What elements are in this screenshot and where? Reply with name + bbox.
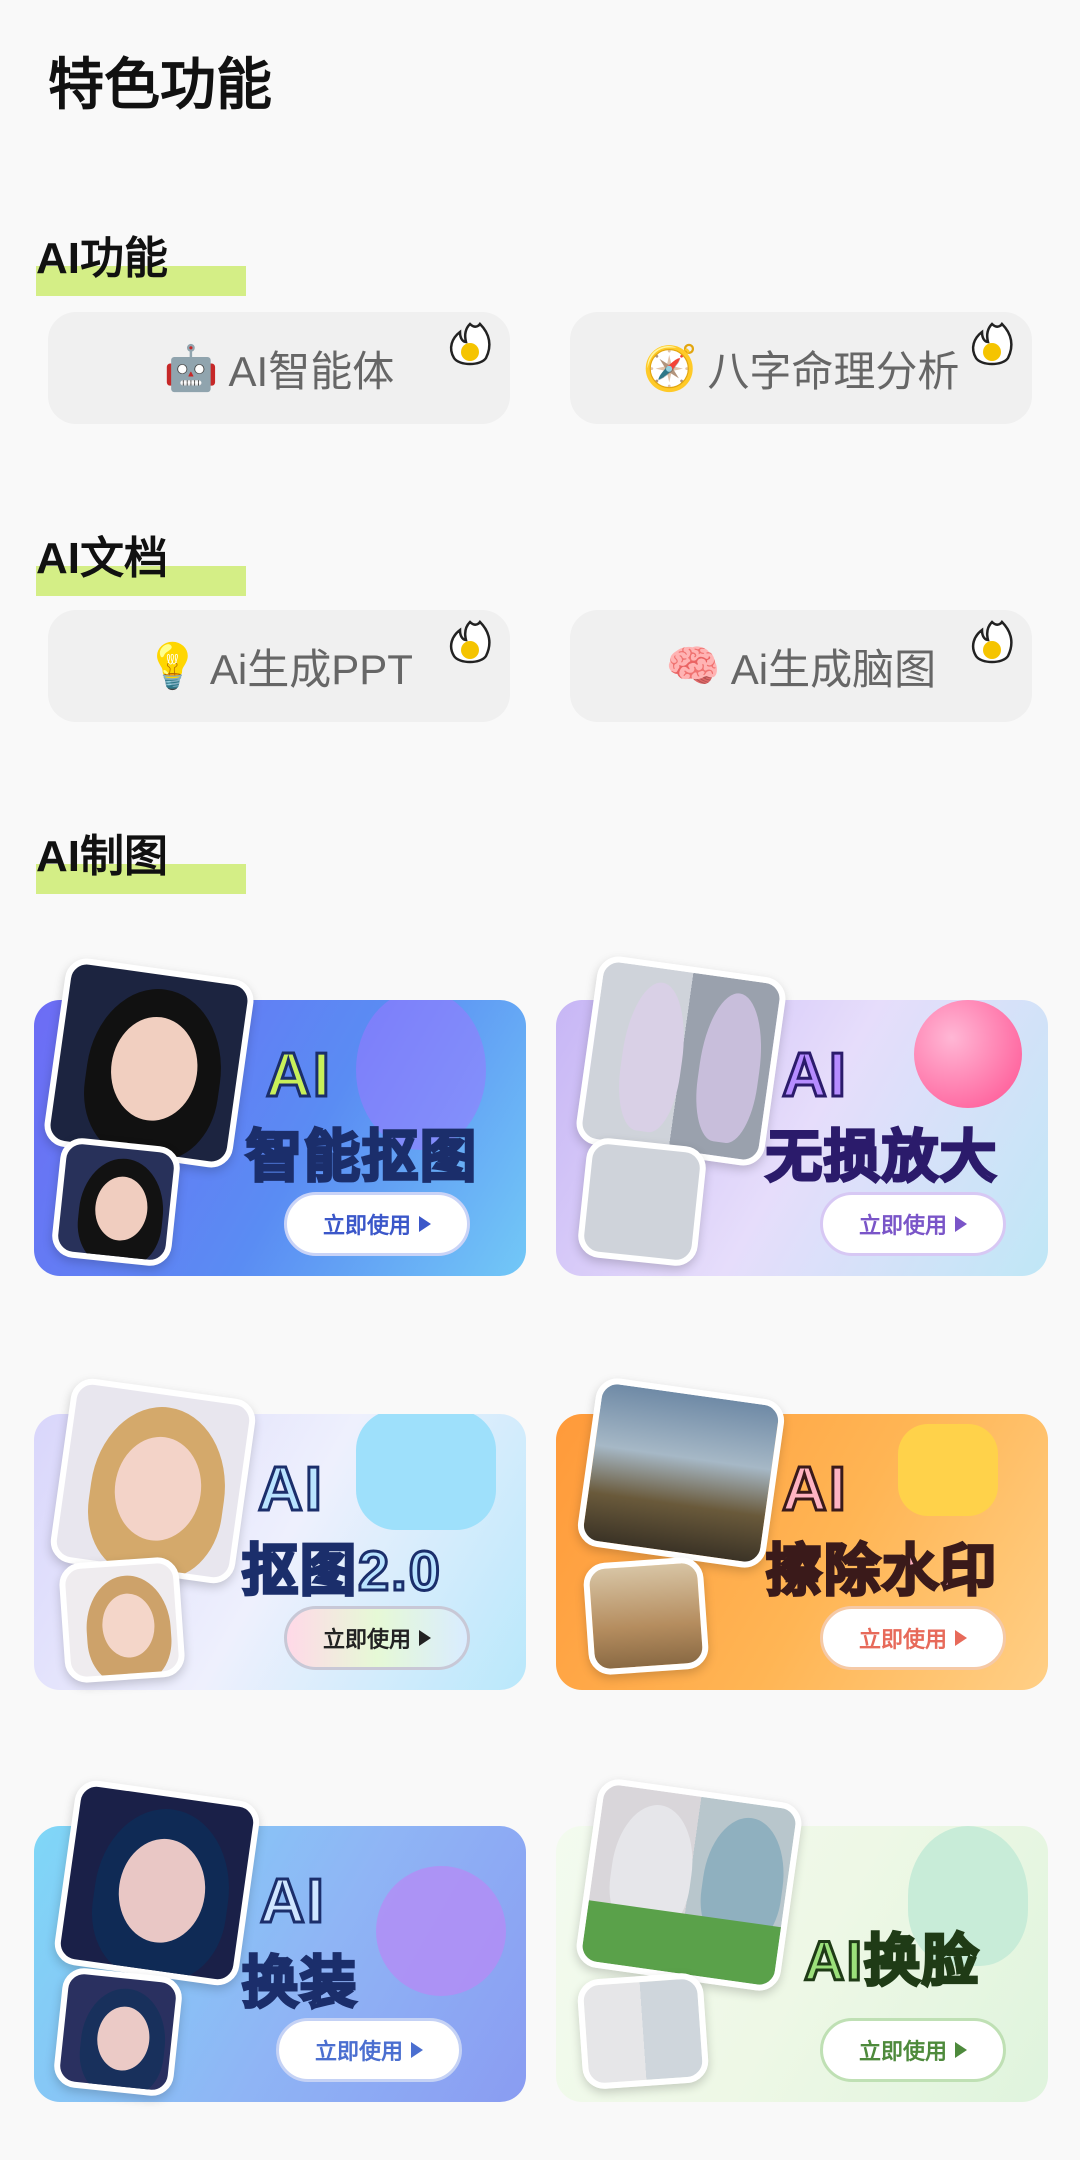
- landscape-thumbnail: [582, 1555, 710, 1677]
- tool-card-face-swap[interactable]: AI换脸 立即使用: [556, 1776, 1048, 2102]
- tool-card-watermark-removal[interactable]: AI 擦除水印 立即使用: [556, 1375, 1048, 1690]
- portrait-thumbnail: [57, 1555, 187, 1685]
- upscale-before-after-image: [573, 953, 789, 1169]
- brain-icon: 🧠: [665, 641, 721, 692]
- cloud-face-decoration: [356, 1414, 496, 1530]
- landscape-image: [575, 1375, 787, 1571]
- page-title: 特色功能: [48, 53, 272, 116]
- feature-label: Ai生成PPT: [209, 645, 413, 693]
- feature-bazi-analysis[interactable]: 🧭 八字命理分析: [570, 312, 1032, 424]
- feature-label: AI智能体: [228, 347, 395, 395]
- play-arrow-icon: [411, 2042, 423, 2058]
- card-title: 智能抠图: [245, 1124, 478, 1190]
- play-arrow-icon: [955, 1630, 967, 1646]
- upscale-thumbnail: [576, 1136, 708, 1268]
- tool-card-lossless-upscale[interactable]: AI 无损放大 立即使用: [556, 953, 1048, 1276]
- planet-decoration: [376, 1866, 506, 1996]
- hot-flame-icon: [971, 620, 1013, 664]
- card-title: 无损放大: [765, 1124, 998, 1190]
- portrait-image: [51, 1777, 263, 1989]
- card-title-ai: AI: [259, 1866, 326, 1938]
- play-arrow-icon: [419, 1216, 431, 1232]
- portrait-thumbnail: [50, 1136, 182, 1268]
- feature-label: 八字命理分析: [707, 347, 960, 395]
- portrait-image: [41, 955, 257, 1171]
- card-title-ai: AI: [265, 1040, 332, 1112]
- compass-icon: 🧭: [642, 343, 698, 394]
- section-title-ai-drawing: AI制图: [36, 820, 246, 894]
- card-title: 擦除水印: [765, 1538, 998, 1604]
- doc-ai-mindmap[interactable]: 🧠 Ai生成脑图: [570, 610, 1032, 722]
- hot-flame-icon: [449, 620, 491, 664]
- use-now-button[interactable]: 立即使用: [820, 2018, 1006, 2082]
- face-swap-thumbnail: [576, 1971, 710, 2091]
- feature-label: Ai生成脑图: [730, 645, 937, 693]
- bubble-decoration: [914, 1000, 1022, 1108]
- portrait-image: [47, 1375, 259, 1587]
- hot-flame-icon: [449, 322, 491, 366]
- use-now-button[interactable]: 立即使用: [284, 1606, 470, 1670]
- card-title: 抠图2.0: [241, 1538, 442, 1604]
- use-now-button[interactable]: 立即使用: [820, 1192, 1006, 1256]
- card-title-ai: AI: [257, 1454, 324, 1526]
- play-arrow-icon: [955, 2042, 967, 2058]
- section-title-ai-docs: AI文档: [36, 522, 246, 596]
- hot-flame-icon: [971, 322, 1013, 366]
- use-now-button[interactable]: 立即使用: [820, 1606, 1006, 1670]
- portrait-thumbnail: [52, 1966, 184, 2098]
- play-arrow-icon: [955, 1216, 967, 1232]
- doc-ai-ppt[interactable]: 💡 Ai生成PPT: [48, 610, 510, 722]
- card-title: 换装: [241, 1950, 358, 2016]
- star-trophy-decoration: [898, 1424, 998, 1516]
- use-now-button[interactable]: 立即使用: [284, 1192, 470, 1256]
- face-swap-image: [573, 1776, 805, 1994]
- play-arrow-icon: [419, 1630, 431, 1646]
- card-title-ai: AI: [781, 1454, 848, 1526]
- section-title-ai-features: AI功能: [36, 222, 246, 296]
- card-title-ai: AI: [781, 1040, 848, 1112]
- tool-card-outfit-change[interactable]: AI 换装 立即使用: [34, 1777, 526, 2102]
- tool-card-smart-cutout[interactable]: AI 智能抠图 立即使用: [34, 955, 526, 1276]
- use-now-button[interactable]: 立即使用: [276, 2018, 462, 2082]
- card-title: AI换脸: [803, 1928, 980, 1994]
- feature-ai-agent[interactable]: 🤖 AI智能体: [48, 312, 510, 424]
- lightbulb-icon: 💡: [145, 641, 200, 692]
- robot-icon: 🤖: [163, 343, 219, 394]
- tool-card-cutout-2[interactable]: AI 抠图2.0 立即使用: [34, 1375, 526, 1690]
